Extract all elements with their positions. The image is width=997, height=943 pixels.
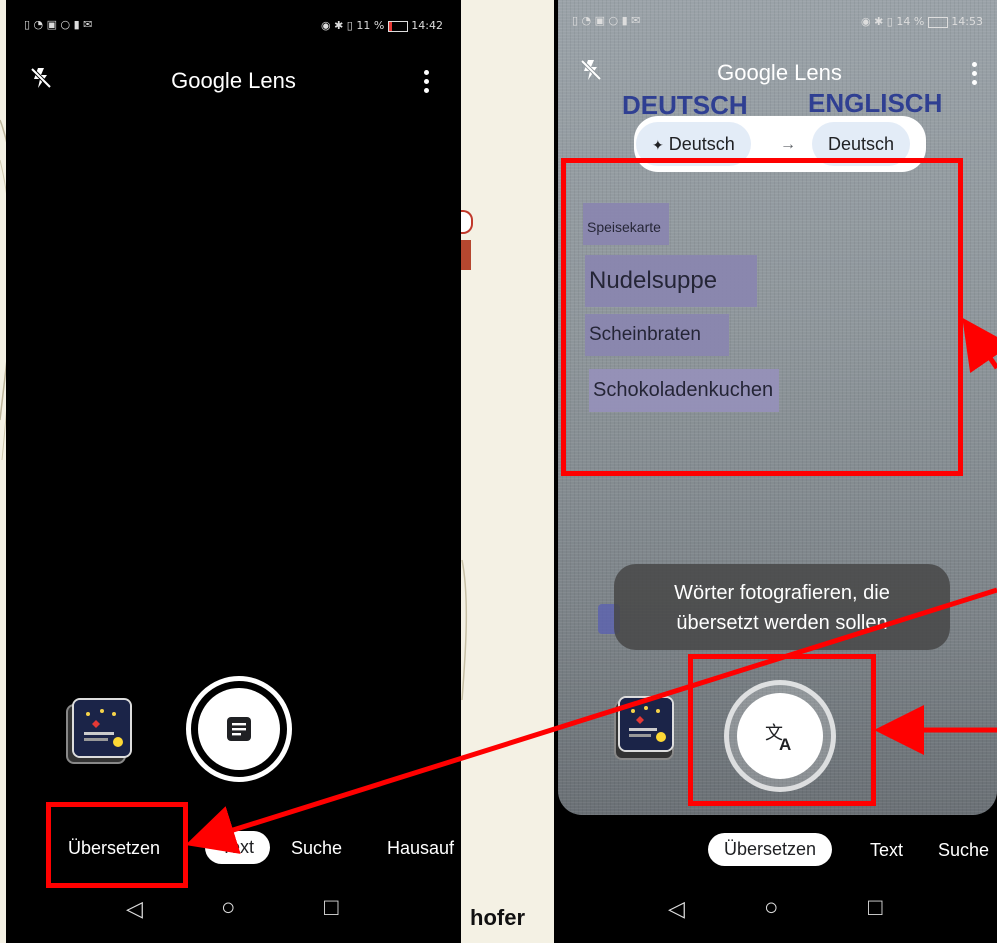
arrow-to-translate-mode [185,587,997,854]
arrow-to-detected-text [962,317,997,374]
annotation-arrows [185,317,997,854]
